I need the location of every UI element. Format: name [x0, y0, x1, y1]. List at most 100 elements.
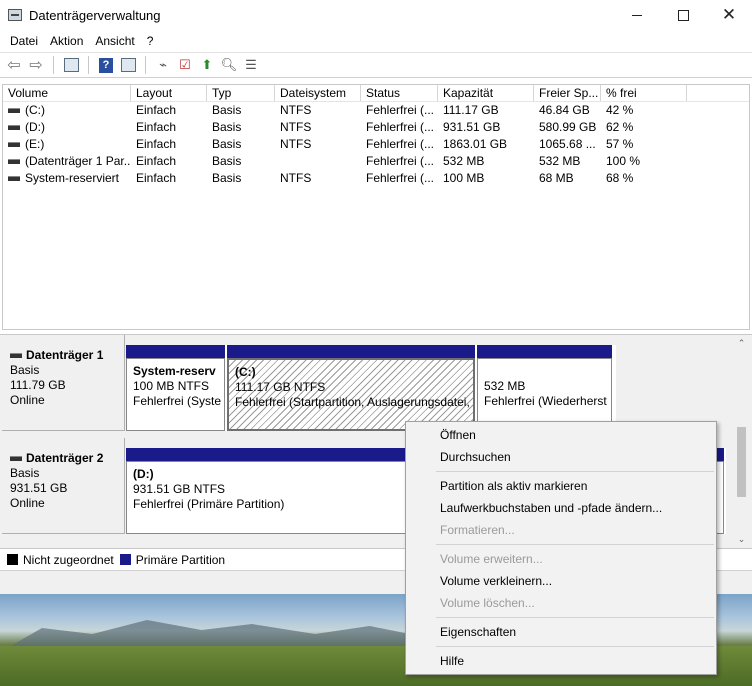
scroll-thumb[interactable]	[737, 427, 746, 497]
volume-name: (D:)	[25, 120, 45, 134]
context-menu-item[interactable]: Durchsuchen	[406, 446, 716, 468]
table-row[interactable]: System-reserviert Einfach Basis NTFS Fehlerf…	[3, 170, 749, 187]
menu-aktion[interactable]: Aktion	[44, 34, 89, 48]
column-volume[interactable]: Volume	[3, 85, 131, 101]
partition-size: 111.17 GB NTFS	[235, 380, 326, 394]
up-icon[interactable]: ⬆	[197, 55, 217, 75]
vertical-scrollbar[interactable]: ⌃ ⌄	[733, 335, 750, 548]
context-menu-item[interactable]: Hilfe	[406, 650, 716, 672]
table-cell: 57 %	[606, 137, 634, 151]
unallocated-swatch-icon	[7, 554, 18, 565]
partition-status: Fehlerfrei (Startpartition, Auslagerungs…	[235, 395, 470, 409]
close-button[interactable]: ✕	[706, 0, 752, 30]
context-menu-separator	[436, 544, 714, 545]
table-cell: Basis	[212, 120, 242, 134]
context-menu-item[interactable]: Volume verkleinern...	[406, 570, 716, 592]
volume-drive-icon	[8, 159, 20, 164]
table-cell: (Datenträger 1 Par...	[3, 153, 131, 170]
disk-state: Online	[10, 393, 45, 407]
context-menu-separator	[436, 646, 714, 647]
toolbar-separator	[145, 56, 146, 74]
volume-drive-icon	[8, 125, 20, 130]
menu-ansicht[interactable]: Ansicht	[89, 34, 140, 48]
connect-icon[interactable]: ⌁	[153, 55, 173, 75]
column-prozent-frei[interactable]: % frei	[601, 85, 687, 101]
menu-datei[interactable]: Datei	[4, 34, 44, 48]
table-cell: Einfach	[136, 154, 177, 168]
table-cell: (D:)	[3, 119, 131, 136]
disk-state: Online	[10, 496, 45, 510]
maximize-button[interactable]	[660, 0, 706, 30]
column-layout[interactable]: Layout	[131, 85, 207, 101]
minimize-button[interactable]	[614, 0, 660, 30]
volume-drive-icon	[8, 176, 20, 181]
column-kapazitaet[interactable]: Kapazität	[438, 85, 534, 101]
table-row[interactable]: (Datenträger 1 Par... Einfach Basis Fehlerf…	[3, 153, 749, 170]
menu-help[interactable]: ?	[141, 34, 160, 48]
table-cell: (C:)	[3, 102, 131, 119]
table-cell: Basis	[212, 103, 242, 117]
context-menu-item: Formatieren...	[440, 523, 515, 537]
scroll-up-icon[interactable]: ⌃	[733, 335, 750, 352]
disk-management-app-icon	[8, 9, 22, 21]
table-cell: 1863.01 GB	[443, 137, 508, 151]
table-row[interactable]: (D:) Einfach Basis NTFS Fehlerfrei (... 931.5…	[3, 119, 749, 136]
context-menu-item[interactable]: Laufwerkbuchstaben und -pfade ändern...	[406, 497, 716, 519]
list-icon[interactable]: ☰	[241, 55, 261, 75]
volume-name: (Datenträger 1 Par...	[25, 154, 131, 168]
partition-c[interactable]: (C:) 111.17 GB NTFS Fehlerfrei (Startpar…	[227, 345, 477, 431]
volume-list-header: Volume Layout Typ Dateisystem Status Kap…	[3, 85, 749, 102]
context-menu: Öffnen Durchsuchen Partition als aktiv mar…	[405, 421, 717, 675]
properties-icon[interactable]	[118, 55, 138, 75]
help-icon[interactable]: ?	[96, 55, 116, 75]
table-cell: Fehlerfrei (...	[366, 171, 435, 185]
volume-list-body: (C:) Einfach Basis NTFS Fehlerfrei (... 111.1…	[3, 102, 749, 187]
table-cell: Basis	[212, 171, 242, 185]
table-cell: Einfach	[136, 120, 177, 134]
partition-system-reserved[interactable]: System-reserv 100 MB NTFS Fehlerfrei (Sy…	[126, 345, 227, 431]
disk-label[interactable]: Datenträger 2 Basis 931.51 GB Online	[2, 438, 125, 534]
column-status[interactable]: Status	[361, 85, 438, 101]
table-cell: 532 MB	[443, 154, 485, 168]
toolbar: ⇦ ⇨ ? ⌁ ☑ ⬆ 🔍︎ ☰	[0, 52, 752, 78]
table-cell: Fehlerfrei (...	[366, 154, 435, 168]
table-cell: 580.99 GB	[539, 120, 597, 134]
back-arrow-icon[interactable]: ⇦	[4, 55, 24, 75]
disk-icon	[10, 353, 22, 358]
table-cell: 46.84 GB	[539, 103, 590, 117]
table-cell: NTFS	[280, 120, 312, 134]
table-cell: Fehlerfrei (...	[366, 103, 435, 117]
search-icon[interactable]: 🔍︎	[219, 55, 239, 75]
scroll-down-icon[interactable]: ⌄	[733, 531, 750, 548]
context-menu-item[interactable]: Eigenschaften	[406, 621, 716, 643]
console-tree-icon[interactable]	[61, 55, 81, 75]
column-dateisystem[interactable]: Dateisystem	[275, 85, 361, 101]
table-cell: 100 %	[606, 154, 641, 168]
toolbar-separator	[53, 56, 54, 74]
partition-status: Fehlerfrei (Syste	[133, 394, 222, 408]
table-cell: Einfach	[136, 103, 177, 117]
disk-row: Datenträger 1 Basis 111.79 GB Online Sys…	[2, 335, 732, 431]
partition-size: 532 MB	[484, 379, 526, 393]
context-menu-item[interactable]: Partition als aktiv markieren	[406, 475, 716, 497]
partition-title: (C:)	[235, 365, 256, 379]
table-cell: NTFS	[280, 171, 312, 185]
column-typ[interactable]: Typ	[207, 85, 275, 101]
disk-label[interactable]: Datenträger 1 Basis 111.79 GB Online	[2, 335, 125, 431]
table-cell: Basis	[212, 137, 242, 151]
table-row[interactable]: (E:) Einfach Basis NTFS Fehlerfrei (... 1863.…	[3, 136, 749, 153]
partition-recovery[interactable]: 532 MB Fehlerfrei (Wiederherst	[477, 345, 614, 431]
table-cell: Fehlerfrei (...	[366, 137, 435, 151]
table-row[interactable]: (C:) Einfach Basis NTFS Fehlerfrei (... 111.1…	[3, 102, 749, 119]
check-icon[interactable]: ☑	[175, 55, 195, 75]
table-cell: NTFS	[280, 137, 312, 151]
context-menu-item[interactable]: Öffnen	[406, 424, 716, 446]
context-menu-item: Volume löschen...	[440, 596, 535, 610]
forward-arrow-icon[interactable]: ⇨	[26, 55, 46, 75]
partition-status: Fehlerfrei (Wiederherst	[484, 394, 607, 408]
toolbar-separator	[88, 56, 89, 74]
column-freier-speicher[interactable]: Freier Sp...	[534, 85, 601, 101]
disk-type: Basis	[10, 363, 40, 377]
disk-name: Datenträger 1	[26, 348, 104, 362]
context-menu-separator	[436, 471, 714, 472]
